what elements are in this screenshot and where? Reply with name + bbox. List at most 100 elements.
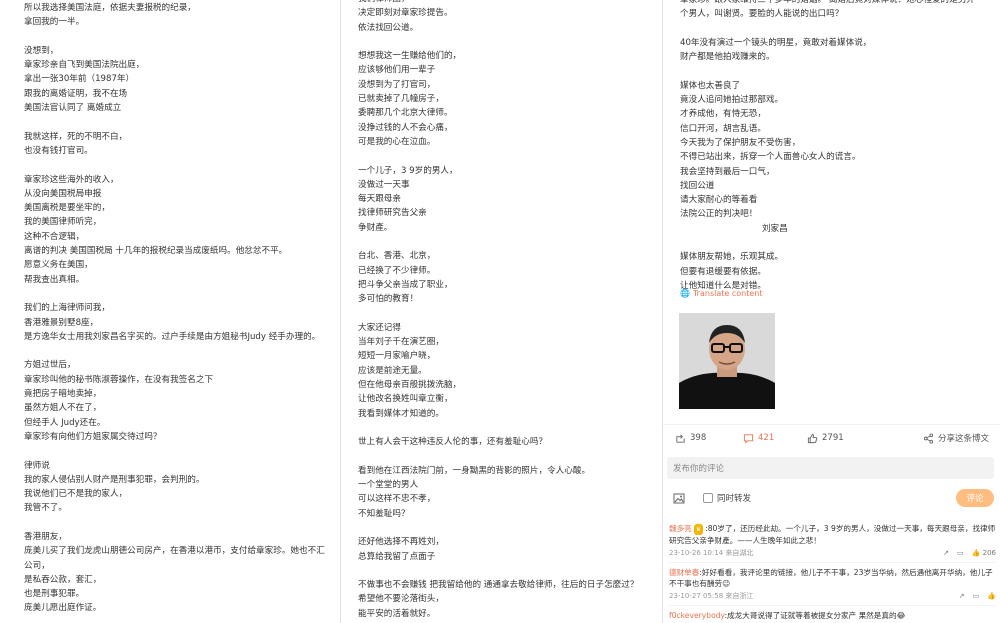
text-line: 40年没有演过一个镜头的明星，竟敢对着媒体说，	[680, 37, 872, 48]
text-line: 刘家昌	[680, 223, 788, 234]
text-line: 已经换了不少律师。	[358, 265, 436, 276]
text-line: 应该够他们用一辈子	[358, 65, 436, 76]
post-action-bar: 398 421 2791 分享这条博文	[663, 424, 1000, 451]
text-line: 章家珍有向他们方姐家属交待过吗？	[24, 431, 162, 442]
text-line: 不得已站出来，拆穿一个人面兽心女人的谎言。	[680, 152, 861, 163]
article-text-3: 章家珍。跟人家维持三十多年的婚姻。 离婚后竟对媒体说：她心裡爱的是另外一 个男人，…	[663, 0, 1000, 293]
page: 所以我选择美国法庭，依据夫妻报税的纪录， 拿回我的一半。 没想到， 章家珍亲自飞到美国…	[0, 0, 1000, 623]
text-line: 总算给我留了点面子	[358, 551, 436, 562]
comment-count: 421	[758, 433, 775, 444]
text-line: 公司，	[24, 560, 50, 571]
comment-user[interactable]: f0ckeverybody	[669, 611, 725, 620]
comment-user[interactable]: 德财单春	[669, 568, 699, 577]
text-line: 竟把房子暗地卖掉，	[24, 389, 102, 400]
text-line: 离谱的判决 美国国税局 十几年的报税纪录当成废纸吗。他忿忿不平。	[24, 246, 288, 257]
text-line: 不做事也不会赚钱 把我留给他的 通通拿去敬给律师，往后的日子怎麼过？	[358, 580, 639, 591]
text-line: 才养成他，有恃无恐，	[680, 109, 766, 120]
text-line: 没挣过钱的人不会心痛，	[358, 122, 453, 133]
share-to-weibo-label: 分享这条博文	[937, 434, 989, 445]
text-line: 也是刑事犯罪。	[24, 589, 85, 600]
translate-content-link[interactable]: 🌐 Translate content	[680, 287, 1000, 301]
text-line: 决定即刻对章家珍提告。	[358, 8, 453, 19]
translate-label: Translate content	[692, 289, 763, 299]
text-line: 多可怕的教育！	[358, 294, 419, 305]
text-line: 庞美儿愿出庭作证。	[24, 603, 102, 614]
comment-item: 魏多亮 ♛:80岁了，还历经此劫。一个儿子，3 9岁的男人，没做过一天事，每天跟母…	[669, 519, 996, 564]
like-icon[interactable]: 👍	[987, 591, 996, 602]
text-line: 所以我选择美国法庭，依据夫妻报税的纪录，	[24, 3, 196, 13]
text-line: 但经手人 Judy还在。	[24, 417, 106, 428]
text-line: 媒体也太善良了	[680, 80, 741, 91]
reply-icon[interactable]: ▭	[957, 548, 964, 559]
forward-checkbox[interactable]	[703, 493, 713, 504]
text-line: 是方逸华女士用我刘家昌名字买的。过户手续是由方姐秘书Judy 经手办理的。	[24, 331, 321, 342]
text-line: 找律师研究告父亲	[358, 208, 427, 219]
text-line: 可以这样不忠不孝，	[358, 494, 436, 505]
text-line: 法院公正的判决吧！	[680, 209, 758, 220]
like-button[interactable]: 2791	[807, 433, 899, 444]
text-line: 拿出一张30年前（1987年）	[24, 74, 135, 85]
text-line: 是私吞公款，套汇，	[24, 574, 102, 585]
comment-meta: 23-10-26 10:14 来自湖北	[669, 549, 754, 558]
text-line: 把斗争父亲当成了职业，	[358, 279, 453, 290]
text-line: 个男人，叫谢贤。要脸的人能说的出口吗？	[680, 9, 844, 20]
text-line: 律师说	[24, 460, 50, 471]
text-line: 这种不合逻辑，	[24, 231, 85, 242]
text-line: 章家珍亲自飞到美国法院出庭，	[24, 60, 145, 71]
comment-button[interactable]: 421	[743, 433, 807, 444]
text-line: 当年刘子千在演艺圈，	[358, 337, 444, 348]
text-line: 看到他在江西法院门前，一身黝黑的背影的照片，令人心酸。	[358, 465, 591, 476]
text-line: 香港雅景别墅8座，	[24, 317, 99, 328]
like-count: 2791	[822, 433, 844, 444]
repost-button[interactable]: 398	[675, 433, 743, 444]
text-line: 我看到媒体才知道的。	[358, 408, 444, 419]
text-line: 我会坚持到最后一口气，	[680, 166, 775, 177]
post-photo[interactable]	[679, 313, 775, 410]
comment-item: 德财单春:好好看看，我评论里的链接，他儿子不干事，23岁当华纳，然后遇他离开华纳…	[669, 563, 996, 607]
text-line: 没想到为了打官司，	[358, 79, 436, 90]
text-line: 不知羞耻吗？	[358, 508, 410, 519]
reply-icon[interactable]: ▭	[973, 591, 980, 602]
text-line: 竟没人追问她拍过那部戏。	[680, 95, 784, 106]
comment-input[interactable]: 发布你的评论	[667, 457, 994, 480]
text-line: 争财產。	[358, 222, 393, 233]
like-icon[interactable]: 👍 206	[972, 548, 996, 559]
share-icon[interactable]: ↗	[959, 591, 965, 602]
article-text-2: 我们律师团，决定即刻对章家珍提告。依法找回公道。想想我这一生赚给他们的，应该够他…	[341, 0, 662, 621]
article-text-1: 所以我选择美国法庭，依据夫妻报税的纪录， 拿回我的一半。 没想到， 章家珍亲自飞到美国…	[0, 0, 340, 616]
text-line: 跟我的离婚证明，我不在场	[24, 88, 128, 99]
text-line: 从没向美国税局申报	[24, 188, 102, 199]
portrait-image	[679, 313, 775, 410]
text-line: 帮我查出真相。	[24, 274, 85, 285]
comment-user[interactable]: 魏多亮	[669, 524, 692, 533]
text-line: 今天我为了保护朋友不受伤害，	[680, 137, 801, 148]
text-line: 美国法官认同了 离婚成立	[24, 103, 122, 114]
share-icon	[676, 434, 685, 443]
text-line: 可是我的心在泣血。	[358, 136, 436, 147]
text-line: 香港朋友，	[24, 531, 67, 542]
text-line: 我的家人侵佔别人财产是刑事犯罪，会判刑的。	[24, 474, 205, 485]
text-line: 依法找回公道。	[358, 22, 419, 33]
text-line: 财产都是他拍戏赚来的。	[680, 52, 775, 63]
text-line: 已就卖掉了几幢房子，	[358, 94, 444, 105]
share-icon[interactable]: ↗	[943, 548, 949, 559]
text-line: 我的美国律师听完，	[24, 217, 102, 228]
text-line: 但要有退缓要有依据。	[680, 266, 766, 277]
text-line: 让他改名换姓叫章立衡，	[358, 394, 453, 405]
text-line: 我们的上海律师问我，	[24, 303, 110, 314]
text-line: 也没有钱打官司。	[24, 145, 93, 156]
text-line: 章家珍这些海外的收入，	[24, 174, 119, 185]
text-line: 拿回我的一半。	[24, 17, 85, 28]
comment-text: :80岁了，还历经此劫。一个儿子，3 9岁的男人，没做过一天事，每天跟母亲，找律…	[669, 524, 996, 546]
image-upload-icon[interactable]	[673, 493, 685, 504]
share-to-weibo-button[interactable]: 分享这条博文	[899, 432, 989, 444]
submit-comment-button[interactable]: 评论	[956, 489, 994, 508]
